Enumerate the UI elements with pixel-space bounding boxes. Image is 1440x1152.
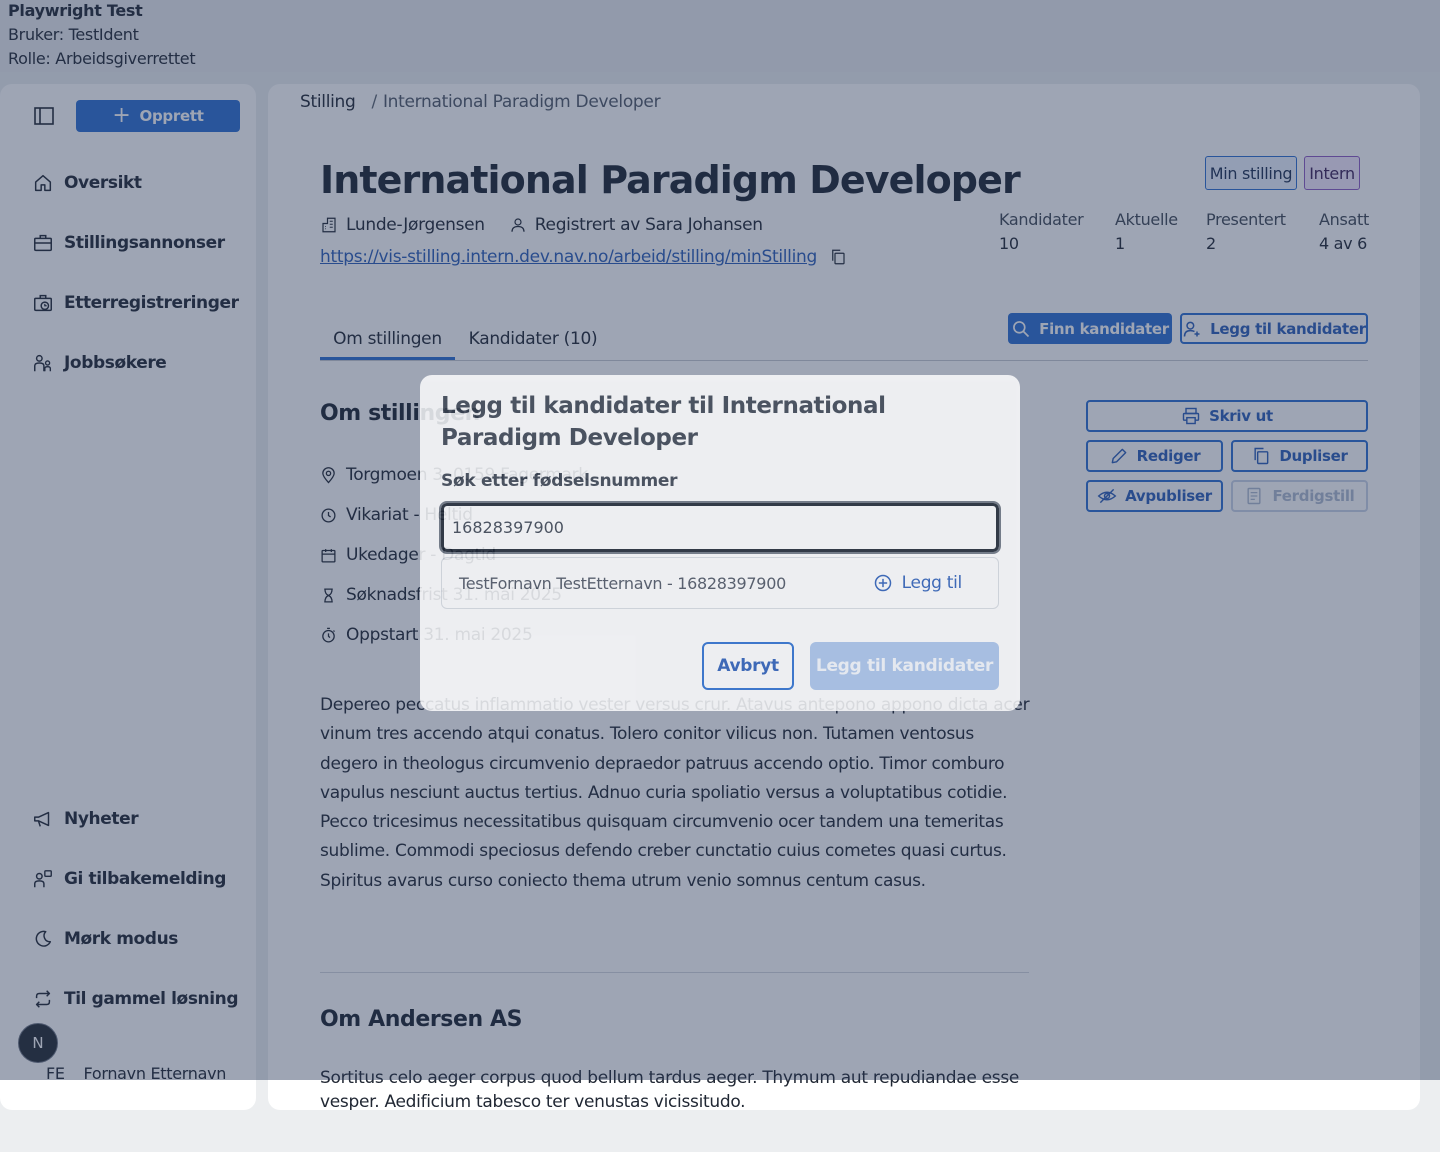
plus-circle-icon: [874, 574, 891, 592]
add-result-button[interactable]: Legg til: [873, 573, 962, 593]
add-result-label: Legg til: [901, 573, 963, 593]
search-result-text: TestFornavn TestEtternavn - 16828397900: [459, 573, 786, 593]
cancel-button[interactable]: Avbryt: [702, 642, 794, 690]
submit-add-candidates-button[interactable]: Legg til kandidater: [810, 642, 999, 690]
modal-title: Legg til kandidater til International Pa…: [441, 393, 886, 451]
add-candidates-modal: Legg til kandidater til International Pa…: [420, 375, 1020, 711]
ssn-search-input[interactable]: [439, 501, 1001, 554]
search-result-item: TestFornavn TestEtternavn - 16828397900 …: [441, 557, 999, 609]
search-label: Søk etter fødselsnummer: [441, 471, 678, 491]
